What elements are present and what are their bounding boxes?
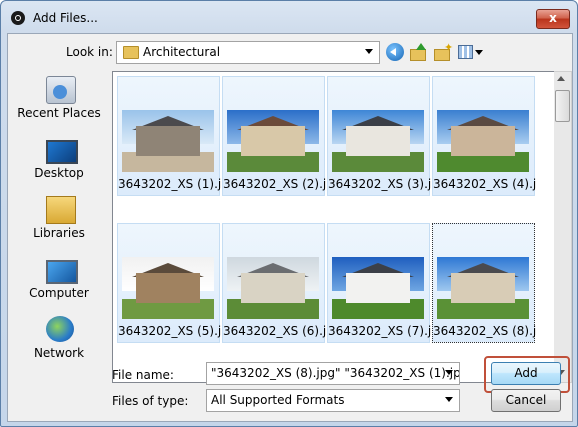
file-list[interactable]: 3643202_XS (1).jpg 3643202_XS (2).jpg 36… <box>112 71 555 383</box>
window-title: Add Files... <box>33 11 98 25</box>
file-name-value: "3643202_XS (8).jpg" "3643202_XS (1).jpg… <box>211 366 460 380</box>
chevron-down-icon <box>365 49 373 54</box>
place-label: Recent Places <box>17 106 101 120</box>
place-desktop[interactable]: Desktop <box>16 132 102 192</box>
cancel-button[interactable]: Cancel <box>491 389 561 412</box>
views-menu-icon[interactable] <box>458 43 486 61</box>
file-name-label: 3643202_XS (1).jpg <box>118 177 221 191</box>
file-name-label: 3643202_XS (4).jpg <box>433 177 536 191</box>
file-tile[interactable]: 3643202_XS (5).jpg <box>117 223 221 343</box>
up-folder-icon[interactable] <box>410 43 428 61</box>
file-tile[interactable]: 3643202_XS (3).jpg <box>327 76 431 196</box>
network-icon <box>46 316 74 342</box>
image-thumbnail <box>122 110 214 172</box>
recent-places-icon <box>46 76 76 104</box>
file-tile[interactable]: 3643202_XS (7).jpg <box>327 223 431 343</box>
back-icon[interactable] <box>386 43 404 61</box>
file-name-label: 3643202_XS (5).jpg <box>118 324 221 338</box>
files-of-type-label: Files of type: <box>112 394 189 408</box>
add-button[interactable]: Add <box>491 362 561 385</box>
place-computer[interactable]: Computer <box>16 252 102 312</box>
files-of-type-value: All Supported Formats <box>211 393 345 407</box>
file-name-label: 3643202_XS (7).jpg <box>328 324 431 338</box>
new-folder-icon[interactable]: ✦ <box>434 42 453 61</box>
file-tile[interactable]: 3643202_XS (2).jpg <box>222 76 326 196</box>
add-files-dialog: Add Files... x Look in: Architectural ✦ … <box>0 0 578 427</box>
image-thumbnail <box>122 257 214 319</box>
image-thumbnail <box>437 110 529 172</box>
place-libraries[interactable]: Libraries <box>16 192 102 252</box>
file-name-label: 3643202_XS (8).jpg <box>433 324 536 338</box>
file-tile[interactable]: 3643202_XS (1).jpg <box>117 76 221 196</box>
place-label: Desktop <box>34 166 84 180</box>
file-tile[interactable]: 3643202_XS (4).jpg <box>432 76 536 196</box>
file-name-input[interactable]: "3643202_XS (8).jpg" "3643202_XS (1).jpg… <box>206 362 460 385</box>
place-label: Computer <box>29 286 89 300</box>
chevron-down-icon <box>445 397 453 402</box>
image-thumbnail <box>332 257 424 319</box>
title-bar[interactable]: Add Files... x <box>1 1 577 33</box>
places-bar: Recent Places Desktop Libraries Computer… <box>16 72 102 382</box>
image-thumbnail <box>332 110 424 172</box>
folder-icon <box>123 46 139 59</box>
desktop-icon <box>46 140 78 164</box>
scroll-thumb[interactable] <box>555 90 570 122</box>
file-tile[interactable]: 3643202_XS (6).jpg <box>222 223 326 343</box>
place-label: Network <box>33 346 85 360</box>
place-label: Libraries <box>33 226 85 240</box>
dialog-body: Look in: Architectural ✦ Recent Places D… <box>7 33 573 422</box>
file-name-label: 3643202_XS (3).jpg <box>328 177 431 191</box>
files-of-type-dropdown[interactable]: All Supported Formats <box>206 389 460 412</box>
app-icon <box>11 11 25 25</box>
place-recent-places[interactable]: Recent Places <box>16 72 102 132</box>
vertical-scrollbar[interactable] <box>554 71 572 383</box>
look-in-dropdown[interactable]: Architectural <box>116 41 380 64</box>
file-tile-focused[interactable]: 3643202_XS (8).jpg <box>432 223 536 343</box>
scroll-up-icon[interactable] <box>557 76 565 81</box>
file-name-label: 3643202_XS (6).jpg <box>223 324 326 338</box>
file-name-label: 3643202_XS (2).jpg <box>223 177 326 191</box>
place-network[interactable]: Network <box>16 312 102 372</box>
libraries-icon <box>46 196 76 224</box>
close-button[interactable]: x <box>536 9 570 29</box>
look-in-label: Look in: <box>66 45 113 59</box>
image-thumbnail <box>227 110 319 172</box>
look-in-value: Architectural <box>143 45 221 59</box>
chevron-down-icon[interactable] <box>445 370 453 375</box>
image-thumbnail <box>437 257 529 319</box>
file-name-label: File name: <box>112 368 174 382</box>
computer-icon <box>46 260 78 284</box>
image-thumbnail <box>227 257 319 319</box>
